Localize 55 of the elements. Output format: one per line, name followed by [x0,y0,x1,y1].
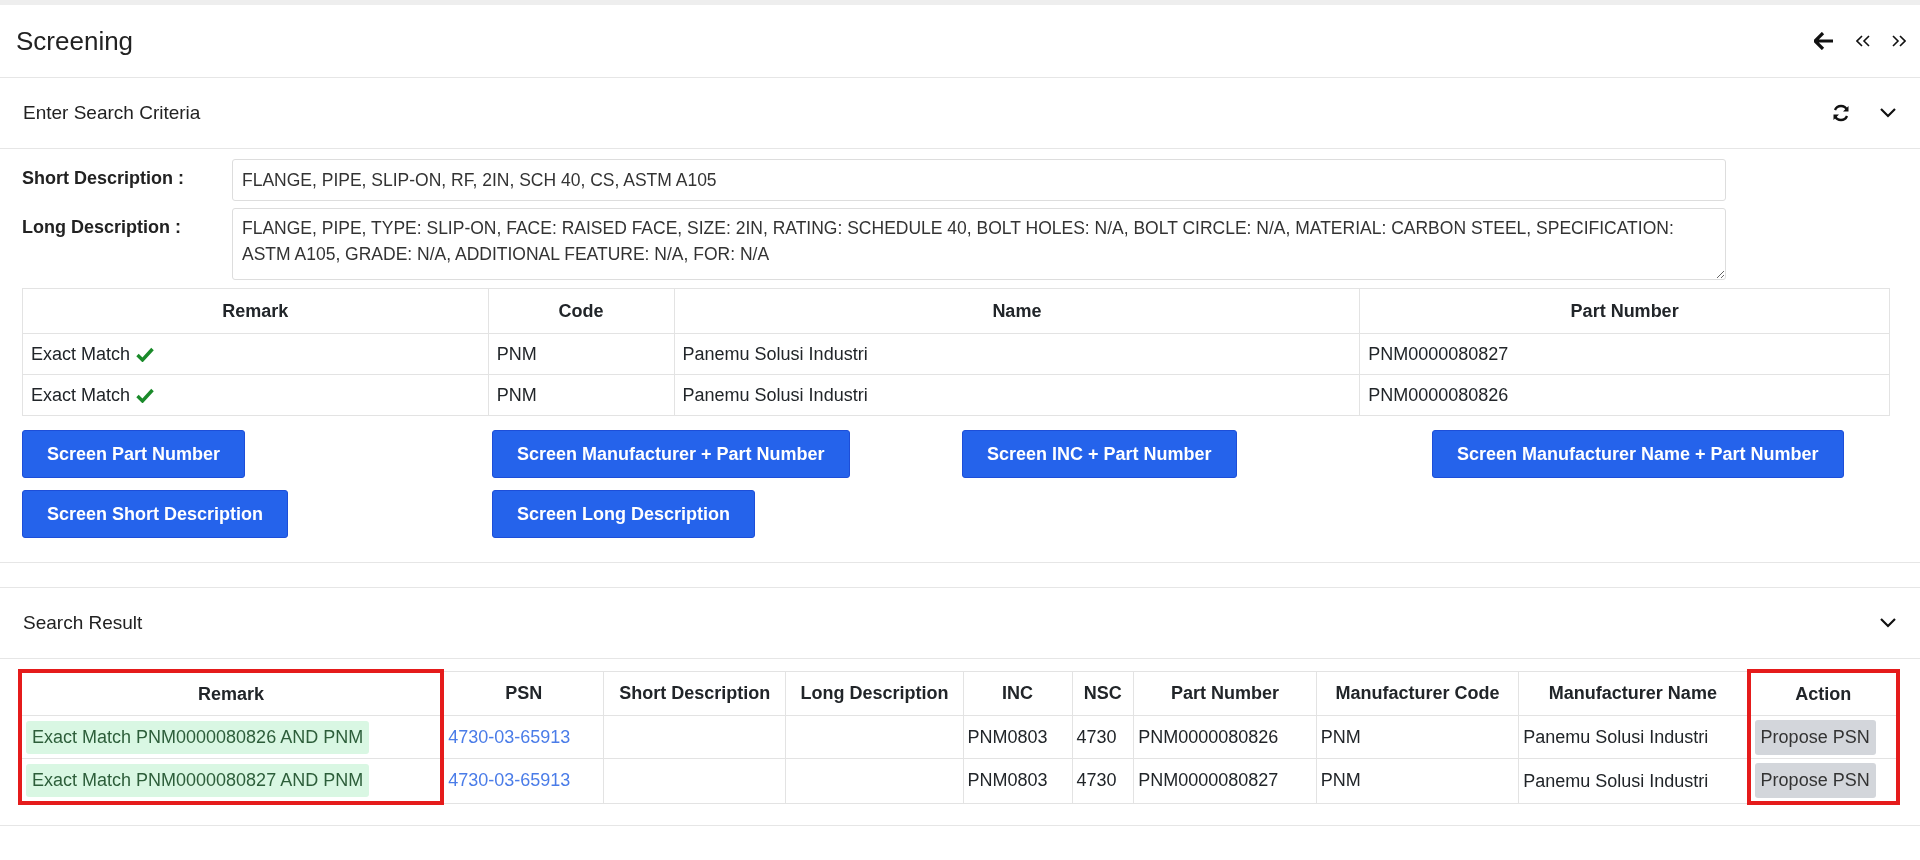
column-header: Remark [22,288,489,334]
double-chevron-left-icon[interactable] [1856,34,1870,48]
table-cell: Panemu Solusi Industri [1523,770,1709,792]
table-cell: PNM0000080827 [1138,770,1279,791]
screen-button[interactable]: Screen Manufacturer + Part Number [492,430,850,478]
column-header: Short Description [603,671,786,716]
section-title: Search Result [23,612,143,634]
screen-button[interactable]: Screen Part Number [22,430,246,478]
table-cell: 4730 [1076,726,1117,747]
table-cell: PNM [1320,726,1361,747]
table-cell: PNM0803 [967,770,1048,791]
table-cell: PNM [1320,770,1361,791]
table-cell: Panemu Solusi Industri [674,333,1360,375]
table-cell: Exact Match [31,384,131,406]
table-cell: PNM [488,333,675,375]
screen-button[interactable]: Screen Long Description [492,490,756,538]
double-chevron-right-icon[interactable] [1892,34,1906,48]
chevron-icon[interactable] [1880,618,1896,628]
field-label: Short Description : [22,167,185,189]
column-header: Action [1748,671,1898,716]
table-cell: Panemu Solusi Industri [1523,726,1709,748]
screen-button[interactable]: Screen Short Description [22,490,289,538]
screen-button[interactable]: Screen Manufacturer Name + Part Number [1432,430,1844,478]
section-title: Enter Search Criteria [23,102,201,124]
screen-button[interactable]: Screen INC + Part Number [962,430,1237,478]
table-cell: Panemu Solusi Industri [674,374,1360,416]
arrow-left-icon[interactable] [1814,32,1834,50]
column-header: INC [963,671,1072,716]
refresh-icon[interactable] [1832,104,1850,122]
column-header: Manufacturer Code [1316,671,1519,716]
table-cell: Exact Match [31,343,131,365]
column-header: Part Number [1133,671,1317,716]
remark-tag: Exact Match PNM0000080827 AND PNM [26,763,370,797]
table-cell: PNM0000080826 [1359,374,1890,416]
table-cell: PNM [488,374,675,416]
propose-psn-button[interactable]: Propose PSN [1754,762,1876,798]
page-title: Screening [16,25,134,57]
column-header: PSN [442,671,604,716]
column-header: Name [674,288,1360,334]
column-header: Code [488,288,675,334]
short-description-field[interactable]: FLANGE, PIPE, SLIP-ON, RF, 2IN, SCH 40, CS, ASTM A105 [232,159,1726,201]
long-description-field[interactable]: FLANGE, PIPE, TYPE: SLIP-ON, FACE: RAISED FACE, SIZE: 2IN, RATING: SCHEDULE 40, BOLT HOLES: N/A, BOLT CIRCLE: N/A, MATERIAL: CARBON STEEL, SPECIFICATION: ASTM A105, GRADE: N/A, ADDITIONAL FEATURE: N/A, FOR: N/A [232,208,1726,280]
remark-tag: Exact Match PNM0000080826 AND PNM [26,720,370,754]
column-header: Long Description [785,671,964,716]
chevron-icon[interactable] [1880,108,1896,118]
table-cell: PNM0803 [967,726,1048,747]
table-cell: PNM0000080826 [1138,726,1279,747]
field-label: Long Description : [22,216,182,238]
column-header: Remark [20,671,443,716]
propose-psn-button[interactable]: Propose PSN [1754,719,1876,755]
table-cell: PNM0000080827 [1359,333,1890,375]
column-header: Manufacturer Name [1518,671,1749,716]
column-header: NSC [1072,671,1134,716]
table-cell: 4730 [1076,770,1117,791]
column-header: Part Number [1359,288,1890,334]
